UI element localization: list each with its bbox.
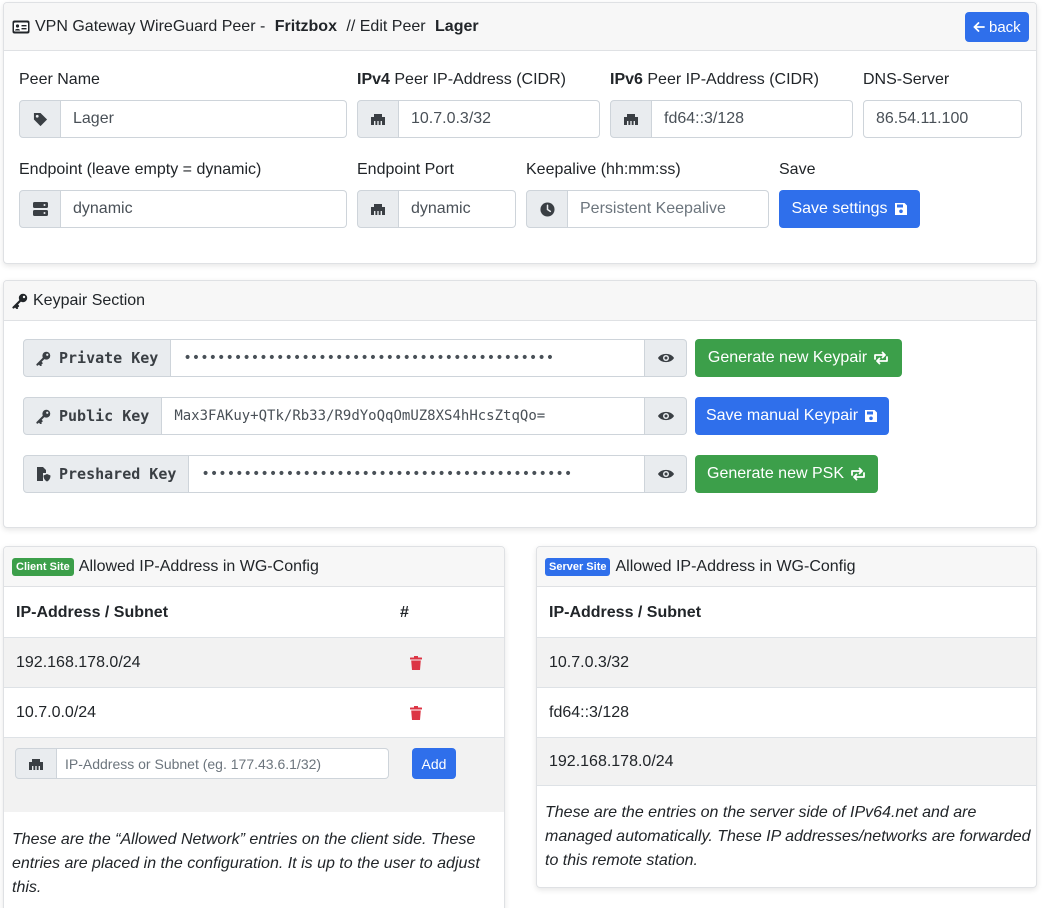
eye-icon[interactable] <box>645 455 687 493</box>
table-row: 10.7.0.0/24 <box>4 688 504 738</box>
refresh-icon <box>873 351 889 365</box>
client-table-header: IP-Address / Subnet # <box>4 588 504 638</box>
keepalive-group: Persistent Keepalive <box>526 190 769 228</box>
dns-label: DNS-Server <box>863 71 950 88</box>
col-action-header: # <box>400 603 409 621</box>
endpoint-group: dynamic <box>19 190 347 228</box>
table-row: fd64::3/128 <box>537 688 1036 738</box>
public-key-group: Public Key Max3FAKuy+QTk/Rb33/R9dYoQqOmU… <box>23 397 687 435</box>
peer-name-input[interactable]: Lager <box>61 100 347 138</box>
ipv4-group: 10.7.0.3/32 <box>357 100 600 138</box>
ethernet-icon <box>357 190 399 228</box>
preshared-key-input[interactable]: ••••••••••••••••••••••••••••••••••••••••… <box>189 455 645 493</box>
port-input[interactable]: dynamic <box>399 190 516 228</box>
back-label: back <box>989 18 1021 36</box>
add-row: IP-Address or Subnet (eg. 177.43.6.1/32)… <box>4 738 504 812</box>
peer-settings-header: VPN Gateway WireGuard Peer - Fritzbox //… <box>4 3 1036 51</box>
clock-icon <box>526 190 568 228</box>
trash-icon[interactable] <box>410 655 422 670</box>
table-row: 10.7.0.3/32 <box>537 638 1036 688</box>
private-key-label: Private Key <box>59 349 159 367</box>
add-button[interactable]: Add <box>412 748 456 779</box>
save-settings-button[interactable]: Save settings <box>779 190 920 228</box>
public-key-input[interactable]: Max3FAKuy+QTk/Rb33/R9dYoQqOmUZ8XS4hHcsZt… <box>162 397 645 435</box>
col-ip-header: IP-Address / Subnet <box>549 603 702 621</box>
title-peer: Lager <box>435 17 479 35</box>
private-key-group: Private Key ••••••••••••••••••••••••••••… <box>23 339 687 377</box>
port-label: Endpoint Port <box>357 161 454 178</box>
endpoint-input[interactable]: dynamic <box>61 190 347 228</box>
client-site-badge: Client Site <box>12 557 74 576</box>
key-icon <box>36 409 51 424</box>
table-row: 192.168.178.0/24 <box>4 638 504 688</box>
table-row: 192.168.178.0/24 <box>537 738 1036 786</box>
tag-icon <box>19 100 61 138</box>
add-ip-input[interactable]: IP-Address or Subnet (eg. 177.43.6.1/32) <box>57 748 389 779</box>
dns-input[interactable]: 86.54.11.100 <box>863 100 1022 138</box>
title-prefix: VPN Gateway WireGuard Peer - <box>35 17 270 35</box>
save-label: Save <box>779 161 816 178</box>
ipv6-input[interactable]: fd64::3/128 <box>652 100 853 138</box>
key-icon <box>36 351 51 366</box>
refresh-icon <box>850 467 866 481</box>
keypair-card: Keypair Section Private Key ••••••••••••… <box>3 280 1037 528</box>
back-button[interactable]: back <box>965 12 1029 42</box>
port-group: dynamic <box>357 190 516 228</box>
ethernet-icon <box>15 748 57 779</box>
keepalive-input[interactable]: Persistent Keepalive <box>568 190 769 228</box>
save-manual-keypair-button[interactable]: Save manual Keypair <box>695 397 889 435</box>
server-site-card: Server Site Allowed IP-Address in WG-Con… <box>536 546 1037 888</box>
ethernet-icon <box>357 100 399 138</box>
title-middle: // Edit Peer <box>341 17 431 35</box>
client-site-card: Client Site Allowed IP-Address in WG-Con… <box>3 546 505 908</box>
client-site-note: These are the “Allowed Network” entries … <box>12 831 480 896</box>
id-card-icon <box>12 20 30 34</box>
preshared-key-label: Preshared Key <box>59 465 177 483</box>
server-site-title: Allowed IP-Address in WG-Config <box>615 557 856 575</box>
server-site-header: Server Site Allowed IP-Address in WG-Con… <box>537 547 1036 587</box>
ipv4-input[interactable]: 10.7.0.3/32 <box>399 100 600 138</box>
server-site-note: These are the entries on the server side… <box>545 804 1031 869</box>
peer-settings-card: VPN Gateway WireGuard Peer - Fritzbox //… <box>3 2 1037 264</box>
floppy-disk-icon <box>894 202 908 216</box>
generate-keypair-button[interactable]: Generate new Keypair <box>695 339 902 377</box>
public-key-label: Public Key <box>59 407 150 425</box>
ipv6-group: fd64::3/128 <box>610 100 853 138</box>
keypair-header: Keypair Section <box>4 281 1036 321</box>
eye-icon[interactable] <box>645 339 687 377</box>
endpoint-label: Endpoint (leave empty = dynamic) <box>19 161 262 178</box>
ethernet-icon <box>610 100 652 138</box>
preshared-key-group: Preshared Key ••••••••••••••••••••••••••… <box>23 455 687 493</box>
col-ip-header: IP-Address / Subnet <box>16 603 169 621</box>
generate-psk-button[interactable]: Generate new PSK <box>695 455 878 493</box>
keepalive-label: Keepalive (hh:mm:ss) <box>526 161 681 178</box>
dns-group: 86.54.11.100 <box>863 100 1022 138</box>
floppy-disk-icon <box>864 409 878 423</box>
page-title: VPN Gateway WireGuard Peer - Fritzbox //… <box>12 18 479 36</box>
ipv6-label: IPv6 Peer IP-Address (CIDR) <box>610 71 819 88</box>
trash-icon[interactable] <box>410 705 422 720</box>
server-table-header: IP-Address / Subnet <box>537 588 1036 638</box>
title-device: Fritzbox <box>274 17 337 35</box>
private-key-input[interactable]: ••••••••••••••••••••••••••••••••••••••••… <box>171 339 645 377</box>
client-site-title: Allowed IP-Address in WG-Config <box>78 557 319 575</box>
server-icon <box>19 190 61 228</box>
ipv4-label: IPv4 Peer IP-Address (CIDR) <box>357 71 566 88</box>
peer-name-group: Lager <box>19 100 347 138</box>
eye-icon[interactable] <box>645 397 687 435</box>
arrow-left-icon <box>973 21 985 33</box>
add-ip-group: IP-Address or Subnet (eg. 177.43.6.1/32) <box>15 748 389 779</box>
client-site-header: Client Site Allowed IP-Address in WG-Con… <box>4 547 504 587</box>
server-site-badge: Server Site <box>545 557 611 576</box>
keypair-title: Keypair Section <box>33 291 146 309</box>
key-icon <box>12 293 28 309</box>
file-shield-icon <box>36 466 51 482</box>
peer-name-label: Peer Name <box>19 71 100 88</box>
